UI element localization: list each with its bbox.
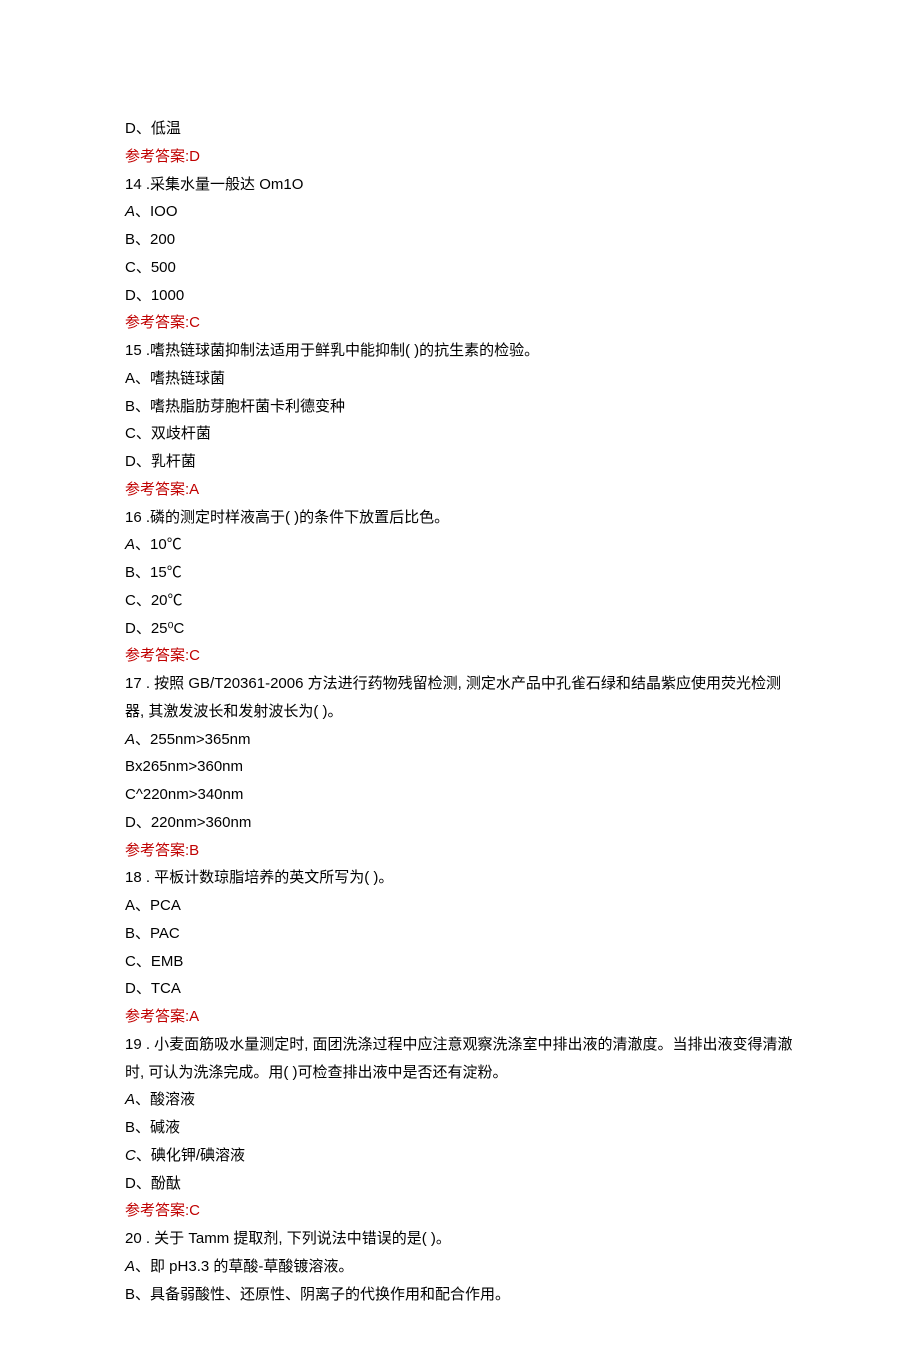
question-line: 15 .嗜热链球菌抑制法适用于鲜乳中能抑制( )的抗生素的检验。 — [125, 337, 795, 365]
option-line: A、IOO — [125, 198, 795, 226]
option-line: C、500 — [125, 254, 795, 282]
option-line: D、1000 — [125, 282, 795, 310]
option-letter: A — [125, 731, 135, 748]
option-letter: A — [125, 203, 135, 220]
question-line: 19 . 小麦面筋吸水量测定时, 面团洗涤过程中应注意观察洗涤室中排出液的清澈度… — [125, 1031, 795, 1087]
option-line: A、酸溶液 — [125, 1086, 795, 1114]
option-line: C、碘化钾/碘溶液 — [125, 1142, 795, 1170]
option-line: A、嗜热链球菌 — [125, 365, 795, 393]
answer-line: 参考答案:A — [125, 476, 795, 504]
answer-line: 参考答案:D — [125, 143, 795, 171]
question-line: 20 . 关于 Tamm 提取剂, 下列说法中错误的是( )。 — [125, 1225, 795, 1253]
option-line: D、低温 — [125, 115, 795, 143]
answer-line: 参考答案:A — [125, 1003, 795, 1031]
option-line: A、10℃ — [125, 531, 795, 559]
option-letter: A — [125, 536, 135, 553]
option-line: B、PAC — [125, 920, 795, 948]
option-line: B、嗜热脂肪芽胞杆菌卡利德变种 — [125, 393, 795, 421]
answer-line: 参考答案:B — [125, 837, 795, 865]
option-line: A、255nm>365nm — [125, 726, 795, 754]
question-line: 17 . 按照 GB/T20361-2006 方法进行药物残留检测, 测定水产品… — [125, 670, 795, 726]
option-line: D、乳杆菌 — [125, 448, 795, 476]
option-letter: A — [125, 1258, 135, 1275]
answer-line: 参考答案:C — [125, 1197, 795, 1225]
option-line: D、220nm>360nm — [125, 809, 795, 837]
option-line: A、PCA — [125, 892, 795, 920]
option-line: B、200 — [125, 226, 795, 254]
option-line: D、酚酞 — [125, 1170, 795, 1198]
option-line: B、15℃ — [125, 559, 795, 587]
answer-line: 参考答案:C — [125, 309, 795, 337]
option-line: Bx265nm>360nm — [125, 753, 795, 781]
option-line: C、双歧杆菌 — [125, 420, 795, 448]
option-line: D、TCA — [125, 975, 795, 1003]
option-line: C、EMB — [125, 948, 795, 976]
question-line: 16 .磷的测定时样液高于( )的条件下放置后比色。 — [125, 504, 795, 532]
option-line: C^220nm>340nm — [125, 781, 795, 809]
answer-line: 参考答案:C — [125, 642, 795, 670]
option-letter: C — [125, 1147, 136, 1164]
question-line: 14 .采集水量一般达 Om1O — [125, 171, 795, 199]
question-line: 18 . 平板计数琼脂培养的英文所写为( )。 — [125, 864, 795, 892]
option-line: C、20℃ — [125, 587, 795, 615]
option-line: B、碱液 — [125, 1114, 795, 1142]
option-letter: A — [125, 1091, 135, 1108]
option-line: A、即 pH3.3 的草酸-草酸镀溶液。 — [125, 1253, 795, 1281]
option-line: B、具备弱酸性、还原性、阴离子的代换作用和配合作用。 — [125, 1281, 795, 1309]
option-line: D、25⁰C — [125, 615, 795, 643]
document-content: D、低温参考答案:D14 .采集水量一般达 Om1OA、IOOB、200C、50… — [125, 115, 795, 1308]
